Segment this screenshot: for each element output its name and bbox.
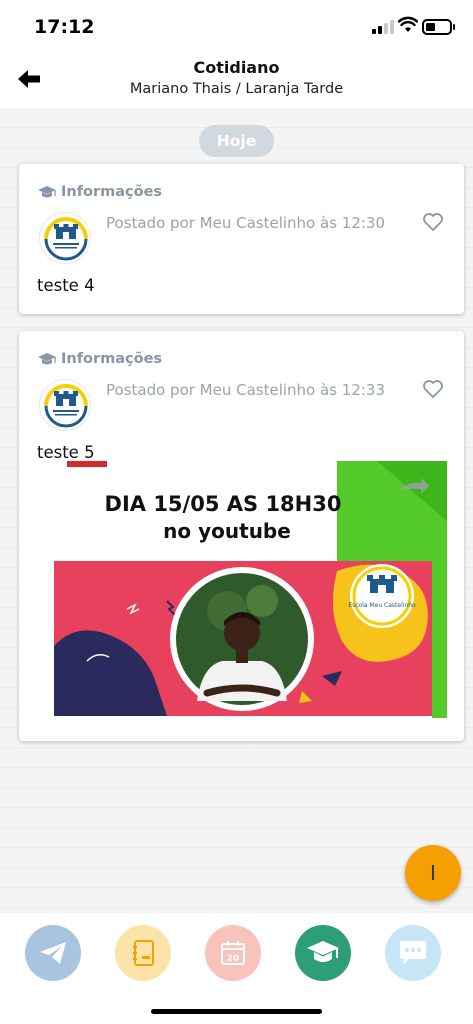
post-category: Informações xyxy=(37,184,162,200)
tab-calendar[interactable]: 20 xyxy=(205,925,261,981)
battery-icon xyxy=(422,19,455,35)
feed: Hoje Informações Postado por Meu Casteli… xyxy=(0,108,473,913)
school-logo xyxy=(39,379,91,431)
bottom-tab-bar: 20 xyxy=(0,913,473,1024)
heart-icon[interactable] xyxy=(422,379,444,399)
page-subtitle: Mariano Thais / Laranja Tarde xyxy=(129,81,344,97)
wifi-icon xyxy=(398,16,418,32)
paper-plane-icon xyxy=(40,942,66,964)
notebook-icon xyxy=(133,940,154,966)
category-label: Informações xyxy=(61,184,163,200)
post-image[interactable]: Escola Meu Castelinho DIA 15/05 AS 18H30… xyxy=(37,461,447,718)
post-category: Informações xyxy=(37,351,162,367)
banner-line1: DIA 15/05 AS 18H30 xyxy=(105,492,342,516)
nav-header: Cotidiano Mariano Thais / Laranja Tarde xyxy=(0,52,473,108)
status-time: 17:12 xyxy=(34,16,95,38)
tab-messages[interactable] xyxy=(25,925,81,981)
cellular-signal-icon xyxy=(372,20,394,34)
home-indicator xyxy=(151,1009,322,1014)
heart-icon[interactable] xyxy=(422,212,444,232)
calendar-icon: 20 xyxy=(221,941,245,965)
fab-button[interactable]: I xyxy=(405,845,461,901)
graduation-cap-icon xyxy=(38,186,56,198)
status-bar: 17:12 xyxy=(0,0,473,52)
tab-agenda[interactable] xyxy=(115,925,171,981)
day-separator: Hoje xyxy=(199,125,274,157)
posted-by: Postado por Meu Castelinho às 12:30 xyxy=(106,214,386,232)
school-logo xyxy=(39,212,91,264)
post-card[interactable]: Informações Postado por Meu Castelinho à… xyxy=(19,164,464,314)
category-label: Informações xyxy=(61,351,163,367)
calendar-badge: 20 xyxy=(227,954,240,964)
banner-logo-text: Escola Meu Castelinho xyxy=(348,602,416,609)
post-card[interactable]: Informações Postado por Meu Castelinho à… xyxy=(19,331,464,741)
post-text: teste 5 xyxy=(37,443,95,462)
page-title: Cotidiano xyxy=(193,58,280,77)
banner-line2: no youtube xyxy=(163,519,291,543)
tab-chat[interactable] xyxy=(385,925,441,981)
graduation-cap-icon xyxy=(307,941,339,962)
graduation-cap-icon xyxy=(38,353,56,365)
post-text: teste 4 xyxy=(37,276,95,295)
chat-bubble-icon xyxy=(400,941,426,965)
posted-by: Postado por Meu Castelinho às 12:33 xyxy=(106,381,386,399)
tab-cotidiano[interactable] xyxy=(295,925,351,981)
